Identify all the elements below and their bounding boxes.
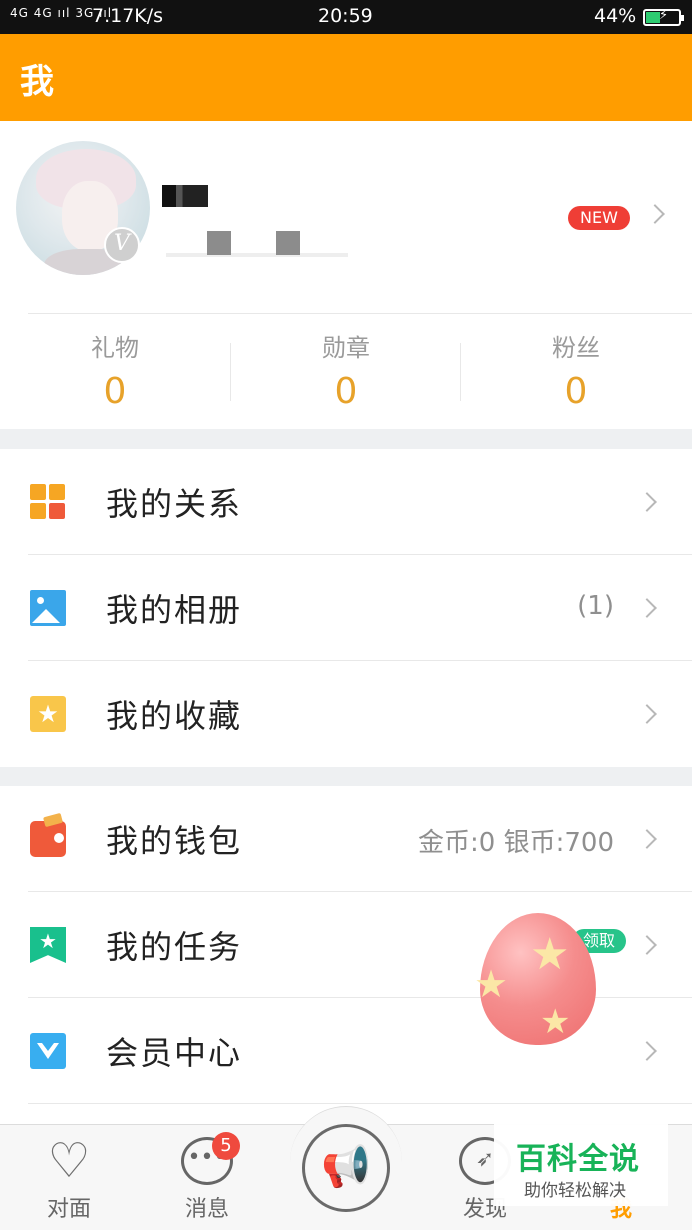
battery-percent: 44%	[594, 5, 637, 27]
chevron-right-icon	[637, 935, 657, 955]
app-header: 我	[0, 34, 692, 121]
divider	[460, 343, 461, 401]
divider	[230, 343, 231, 401]
grid-icon	[30, 484, 66, 520]
chevron-right-icon	[645, 204, 665, 224]
divider	[28, 1103, 692, 1104]
menu-item-album[interactable]: 我的相册 (1)	[0, 555, 692, 661]
watermark-logo: 百科全说 助你轻松解决	[494, 1118, 668, 1206]
photo-icon	[30, 590, 66, 626]
menu-group-social: 我的关系 我的相册 (1) ★ 我的收藏	[0, 449, 692, 767]
watermark-subtitle: 助你轻松解决	[524, 1181, 626, 1201]
heart-icon: ♡	[47, 1133, 91, 1189]
verified-icon: V	[104, 227, 140, 263]
stat-label: 勋章	[322, 334, 370, 362]
megaphone-button[interactable]: 📢	[302, 1124, 390, 1212]
network-speed: 7.17K/s	[92, 5, 164, 27]
chevron-right-icon	[637, 704, 657, 724]
menu-item-favorites[interactable]: ★ 我的收藏	[0, 661, 692, 767]
menu-item-label: 我的关系	[106, 485, 243, 523]
username-redacted	[162, 185, 208, 207]
menu-item-label: 我的钱包	[106, 822, 243, 860]
stat-medals[interactable]: 勋章 0	[246, 328, 446, 412]
tab-label: 消息	[184, 1197, 229, 1222]
stat-gifts[interactable]: 礼物 0	[15, 328, 215, 412]
wallet-balance: 金币:0 银币:700	[418, 828, 614, 858]
stat-label: 粉丝	[552, 334, 600, 362]
tab-label: 对面	[46, 1197, 91, 1222]
page-title: 我	[20, 62, 54, 102]
menu-item-wallet[interactable]: 我的钱包 金币:0 银币:700	[0, 786, 692, 892]
chevron-right-icon	[637, 1041, 657, 1061]
menu-item-label: 我的任务	[106, 928, 243, 966]
unread-badge: 5	[212, 1132, 240, 1160]
clock: 20:59	[318, 5, 373, 27]
menu-item-label: 我的相册	[106, 591, 243, 629]
tab-face-to-face[interactable]: ♡ 对面	[24, 1137, 114, 1223]
star-icon: ★	[30, 696, 66, 732]
stat-label: 礼物	[91, 334, 139, 362]
user-subtitle-redacted	[166, 253, 348, 257]
stat-fans[interactable]: 粉丝 0	[476, 328, 676, 412]
stat-value: 0	[564, 371, 588, 412]
vip-diamond-icon	[30, 1033, 66, 1069]
wallet-icon	[30, 821, 66, 857]
battery-icon: ⚡	[643, 8, 684, 26]
new-badge: NEW	[568, 206, 630, 230]
watermark-title: 百科全说	[516, 1142, 640, 1177]
menu-item-label: 我的收藏	[106, 697, 243, 735]
redaction-block	[276, 231, 300, 255]
chevron-right-icon	[637, 492, 657, 512]
redaction-block	[207, 231, 231, 255]
album-count: (1)	[577, 591, 614, 621]
stat-value: 0	[103, 371, 127, 412]
menu-item-label: 会员中心	[106, 1034, 243, 1072]
divider	[28, 313, 692, 314]
profile-card[interactable]: V NEW 礼物 0 勋章 0 粉丝 0	[0, 121, 692, 429]
stat-value: 0	[334, 371, 358, 412]
menu-item-relations[interactable]: 我的关系	[0, 449, 692, 555]
chevron-right-icon	[637, 598, 657, 618]
megaphone-icon: 📢	[321, 1144, 371, 1190]
status-bar: 4G 4G ııl 3G ııl 7.17K/s 20:59 44% ⚡	[0, 0, 692, 34]
chevron-right-icon	[637, 829, 657, 849]
task-icon: ★	[30, 927, 66, 963]
